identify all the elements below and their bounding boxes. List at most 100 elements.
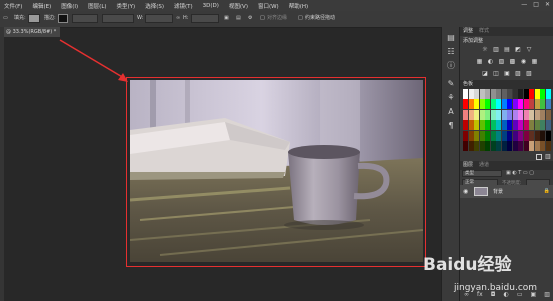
photo-filter-icon[interactable]: ▩ <box>509 58 516 65</box>
visibility-eye-icon[interactable]: ◉ <box>463 188 468 195</box>
menu-file[interactable]: 文件(F) <box>4 2 22 10</box>
color-balance-icon[interactable]: ◐ <box>487 58 494 65</box>
color-swatch[interactable] <box>479 120 485 131</box>
color-swatch[interactable] <box>529 120 535 131</box>
color-swatch[interactable] <box>545 89 551 99</box>
paragraph-icon[interactable]: ¶ <box>445 121 457 131</box>
path-arrange-icon[interactable]: ⚙ <box>248 14 252 23</box>
color-swatch[interactable] <box>518 120 524 131</box>
posterize-icon[interactable]: ◫ <box>493 70 500 77</box>
color-swatch[interactable] <box>463 89 469 99</box>
color-swatch[interactable] <box>540 141 546 151</box>
color-swatch[interactable] <box>474 141 480 151</box>
history-icon[interactable]: ▤ <box>445 33 457 43</box>
tab-adjustments[interactable]: 调整 <box>463 27 473 36</box>
color-swatch[interactable] <box>512 89 518 99</box>
color-swatch[interactable] <box>501 99 507 110</box>
layer-name[interactable]: 背景 <box>493 188 503 195</box>
color-swatch[interactable] <box>490 120 496 131</box>
delete-swatch-icon[interactable]: ▥ <box>545 154 551 160</box>
color-swatch[interactable] <box>512 120 518 131</box>
color-swatch[interactable] <box>463 109 469 120</box>
link-icon[interactable]: ∞ <box>176 14 180 23</box>
delete-layer-icon[interactable]: ▥ <box>544 291 550 298</box>
tab-swatches[interactable]: 色板 <box>463 80 473 89</box>
color-swatch[interactable] <box>518 141 524 151</box>
info-icon[interactable]: ⓘ <box>445 61 457 71</box>
color-swatch[interactable] <box>545 120 551 131</box>
path-ops-icon[interactable]: ▣ <box>224 14 229 23</box>
color-swatch[interactable] <box>540 120 546 131</box>
fill-swatch[interactable] <box>28 14 40 23</box>
color-swatch[interactable] <box>545 99 551 110</box>
brush-icon[interactable]: ✎ <box>445 79 457 89</box>
menu-window[interactable]: 窗口(W) <box>258 2 279 10</box>
color-swatch[interactable] <box>468 130 474 141</box>
menu-select[interactable]: 选择(S) <box>145 2 164 10</box>
document-tab[interactable]: @ 33.3%(RGB/8#) * <box>4 27 60 37</box>
color-swatch[interactable] <box>518 89 524 99</box>
color-swatch[interactable] <box>507 89 513 99</box>
color-swatch[interactable] <box>496 109 502 120</box>
color-swatch[interactable] <box>479 109 485 120</box>
color-swatch[interactable] <box>463 130 469 141</box>
menu-filter[interactable]: 滤镜(T) <box>174 2 193 10</box>
width-field[interactable] <box>145 14 173 23</box>
invert-icon[interactable]: ◪ <box>482 70 489 77</box>
color-swatch[interactable] <box>463 141 469 151</box>
color-swatch[interactable] <box>545 141 551 151</box>
color-swatch[interactable] <box>529 109 535 120</box>
close-icon[interactable]: ✕ <box>545 1 550 8</box>
color-swatch[interactable] <box>540 130 546 141</box>
color-swatch[interactable] <box>540 99 546 110</box>
gradient-map-icon[interactable]: ▨ <box>515 70 522 77</box>
color-swatch[interactable] <box>523 89 529 99</box>
color-swatch[interactable] <box>468 89 474 99</box>
color-swatch[interactable] <box>534 99 540 110</box>
menu-3d[interactable]: 3D(D) <box>203 3 219 9</box>
align-edges-checkbox[interactable]: □ <box>260 14 265 23</box>
color-swatch[interactable] <box>529 141 535 151</box>
curves-icon[interactable]: ▤ <box>504 46 511 53</box>
color-swatch[interactable] <box>523 109 529 120</box>
stroke-width-field[interactable] <box>72 14 98 23</box>
color-swatch[interactable] <box>490 99 496 110</box>
menu-view[interactable]: 视图(V) <box>229 2 248 10</box>
color-swatch[interactable] <box>534 120 540 131</box>
color-swatch[interactable] <box>485 120 491 131</box>
height-field[interactable] <box>191 14 219 23</box>
minimize-icon[interactable]: — <box>521 1 527 8</box>
color-swatch[interactable] <box>479 99 485 110</box>
color-swatch[interactable] <box>523 99 529 110</box>
color-swatch[interactable] <box>479 141 485 151</box>
layer-filter-select[interactable]: 类型 <box>462 170 502 177</box>
color-swatch[interactable] <box>518 130 524 141</box>
character-icon[interactable]: A <box>445 107 457 117</box>
shape-tool-icon[interactable]: ▭ <box>3 14 8 23</box>
color-swatch[interactable] <box>507 99 513 110</box>
color-swatch[interactable] <box>474 130 480 141</box>
properties-icon[interactable]: ☷ <box>445 47 457 57</box>
color-swatch[interactable] <box>540 109 546 120</box>
color-swatch[interactable] <box>507 130 513 141</box>
color-swatch[interactable] <box>507 141 513 151</box>
color-swatch[interactable] <box>468 141 474 151</box>
black-white-icon[interactable]: ▧ <box>498 58 505 65</box>
color-swatch[interactable] <box>501 141 507 151</box>
tab-styles[interactable]: 样式 <box>479 27 489 36</box>
color-swatch[interactable] <box>479 130 485 141</box>
menu-edit[interactable]: 编辑(E) <box>32 2 51 10</box>
color-swatch[interactable] <box>490 141 496 151</box>
selective-color-icon[interactable]: ▧ <box>526 70 533 77</box>
color-swatch[interactable] <box>496 141 502 151</box>
color-swatch[interactable] <box>485 89 491 99</box>
color-swatch[interactable] <box>507 109 513 120</box>
color-swatch[interactable] <box>485 141 491 151</box>
color-swatch[interactable] <box>490 89 496 99</box>
color-swatch[interactable] <box>501 109 507 120</box>
stroke-swatch[interactable] <box>58 14 68 23</box>
levels-icon[interactable]: ▥ <box>493 46 500 53</box>
color-swatch[interactable] <box>468 99 474 110</box>
color-swatch[interactable] <box>523 141 529 151</box>
color-swatch[interactable] <box>496 99 502 110</box>
